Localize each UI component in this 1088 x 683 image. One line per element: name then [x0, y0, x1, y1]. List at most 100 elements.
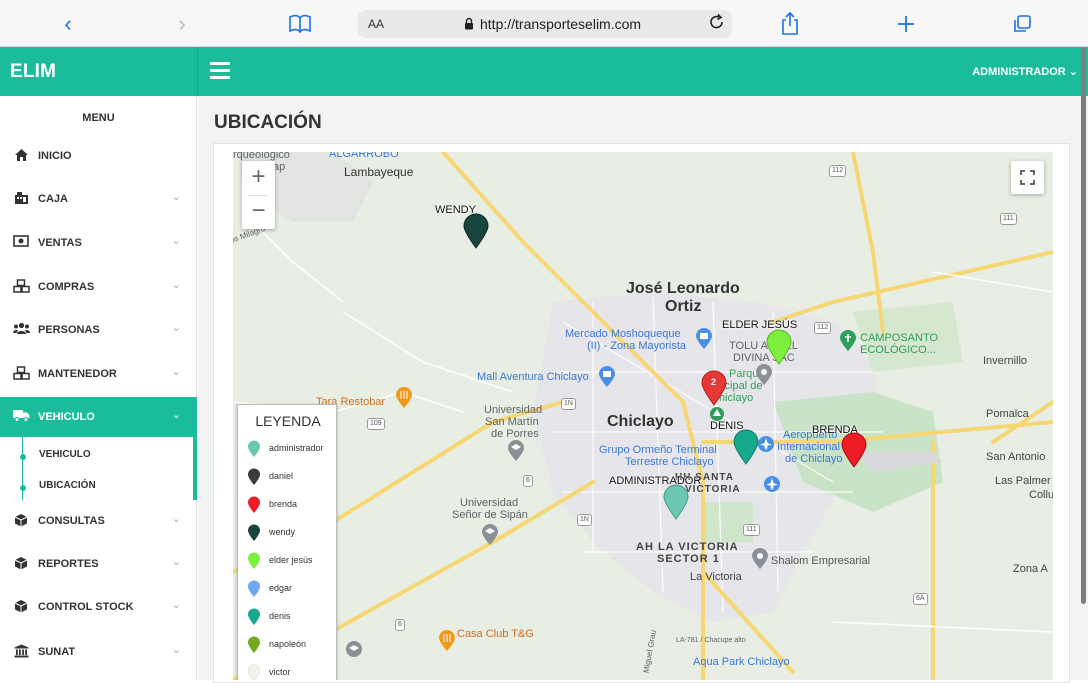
- location-poi-icon[interactable]: [751, 548, 769, 570]
- legend-item: napoleón: [247, 636, 337, 654]
- map[interactable]: rqueologico ap ALGARROBO Lambayeque os M…: [233, 152, 1053, 680]
- road-badge: 1N: [577, 514, 592, 526]
- chevron-down-icon: ⌄: [171, 366, 181, 378]
- restaurant-poi-icon[interactable]: [438, 630, 456, 652]
- cube-icon: [13, 513, 29, 529]
- map-place-label: Mall Aventura Chiclayo: [477, 371, 589, 383]
- map-place-label: José Leonardo: [626, 280, 740, 297]
- map-place-label: Grupo Ormeño Terminal: [599, 444, 717, 456]
- fullscreen-icon: [1020, 170, 1035, 185]
- legend-item: elder jesús: [247, 552, 337, 570]
- map-place-label: AH LA VICTORIA: [636, 541, 739, 553]
- address-bar[interactable]: AA http://transporteselim.com: [358, 10, 732, 38]
- sidebar-item-sunat[interactable]: SUNAT ⌄: [0, 632, 197, 672]
- url-text: http://transporteselim.com: [480, 16, 642, 32]
- zoom-in-button[interactable]: +: [242, 161, 275, 195]
- marker-icon: [247, 664, 261, 680]
- road-badge: 6A: [913, 593, 928, 605]
- sidebar-item-ventas[interactable]: VENTAS ⌄: [0, 223, 197, 263]
- vehicle-marker-wendy[interactable]: [463, 213, 489, 249]
- chevron-down-icon: ⌄: [171, 191, 181, 203]
- map-place-label: ALGARROBO: [329, 152, 399, 160]
- back-icon[interactable]: ‹: [54, 10, 82, 38]
- university-poi-icon[interactable]: [481, 524, 499, 546]
- submenu-item-vehiculo[interactable]: VEHICULO: [39, 449, 91, 460]
- hamburger-menu-icon[interactable]: [210, 62, 230, 80]
- browser-toolbar: ‹ › AA http://transporteselim.com: [0, 0, 1088, 47]
- sidebar-item-inicio[interactable]: INICIO: [0, 136, 197, 176]
- map-place-label: rqueologico: [233, 152, 290, 161]
- airport-poi-icon[interactable]: [763, 475, 781, 493]
- vehicle-cluster-marker[interactable]: [701, 370, 727, 406]
- map-place-label: Ortiz: [665, 298, 702, 315]
- vehicle-marker-elder-jesus[interactable]: [766, 329, 792, 365]
- vehicle-marker-administrador[interactable]: [663, 484, 689, 520]
- text-size-button[interactable]: AA: [368, 17, 384, 31]
- university-poi-icon[interactable]: [345, 640, 363, 658]
- legend-item: brenda: [247, 496, 337, 514]
- marker-icon: [248, 496, 260, 513]
- map-place-label: Invernillo: [983, 355, 1028, 367]
- shopping-poi-icon[interactable]: [598, 366, 616, 388]
- chevron-down-icon: ⌄: [171, 279, 181, 291]
- map-place-label: Shalom Empresarial: [771, 555, 871, 567]
- app-brand[interactable]: ELIM TRANSPORTES: [0, 47, 197, 131]
- map-place-label: Collu: [1029, 489, 1053, 501]
- legend-item: victor: [247, 664, 337, 680]
- zoom-out-button[interactable]: −: [242, 195, 275, 229]
- road-badge: 6: [523, 475, 533, 487]
- map-place-label: Lambayeque: [344, 165, 414, 179]
- sidebar-item-personas[interactable]: PERSONAS ⌄: [0, 310, 197, 350]
- map-place-label: CAMPOSANTO: [860, 332, 939, 344]
- road-badge: 112: [829, 165, 847, 177]
- reload-icon[interactable]: [708, 13, 726, 33]
- legend-item: denis: [247, 608, 337, 626]
- cube-icon: [13, 599, 29, 615]
- university-poi-icon[interactable]: [507, 440, 525, 462]
- vehicle-marker-denis[interactable]: [733, 429, 759, 465]
- map-place-label: ECOLÓGICO...: [860, 344, 936, 356]
- user-menu[interactable]: ADMINISTRADOR ⌄: [972, 65, 1078, 78]
- chevron-down-icon: ⌄: [171, 599, 181, 611]
- location-poi-icon[interactable]: [755, 364, 773, 386]
- fullscreen-button[interactable]: [1011, 161, 1044, 194]
- new-tab-icon[interactable]: [892, 10, 920, 38]
- truck-icon: [13, 409, 30, 425]
- cemetery-poi-icon[interactable]: [839, 330, 857, 352]
- bookmarks-icon[interactable]: [286, 10, 314, 38]
- cash-register-icon: [13, 191, 29, 207]
- forward-icon[interactable]: ›: [168, 10, 196, 38]
- map-place-label: Internacional: [777, 441, 840, 453]
- users-icon: [13, 322, 30, 338]
- tabs-icon[interactable]: [1008, 10, 1036, 38]
- legend-title: LEYENDA: [255, 413, 321, 429]
- shopping-poi-icon[interactable]: [695, 328, 713, 350]
- map-place-label: San Martín: [485, 416, 539, 428]
- marker-icon: [248, 580, 260, 597]
- cube-icon: [13, 556, 29, 572]
- map-place-label: LA-781 / Chacupe alto: [676, 637, 746, 644]
- sidebar-item-vehiculo[interactable]: VEHICULO ⌄: [0, 397, 197, 437]
- legend-item: wendy: [247, 524, 337, 542]
- sidebar-item-reportes[interactable]: REPORTES ⌄: [0, 544, 197, 584]
- map-place-label: Zona A: [1013, 563, 1048, 575]
- submenu-item-ubicacion[interactable]: UBICACIÓN: [39, 480, 96, 491]
- chevron-down-icon: ⌄: [1068, 66, 1078, 78]
- vehicle-marker-brenda[interactable]: [841, 432, 867, 468]
- road-badge: 109: [367, 418, 385, 430]
- sidebar-item-consultas[interactable]: CONSULTAS ⌄: [0, 501, 197, 541]
- chevron-down-icon: ⌄: [171, 409, 181, 421]
- sidebar-item-mantenedor[interactable]: MANTENEDOR ⌄: [0, 354, 197, 394]
- boxes-icon: [13, 366, 30, 382]
- chevron-down-icon: ⌄: [171, 644, 181, 656]
- legend-item: daniel: [247, 468, 337, 486]
- map-place-label: La Victoria: [690, 571, 742, 583]
- sidebar-item-control-stock[interactable]: CONTROL STOCK ⌄: [0, 587, 197, 627]
- restaurant-poi-icon[interactable]: [395, 387, 413, 409]
- airport-poi-icon[interactable]: [757, 435, 775, 453]
- share-icon[interactable]: [776, 10, 804, 38]
- page-scrollbar[interactable]: [1081, 48, 1086, 604]
- sidebar-item-compras[interactable]: COMPRAS ⌄: [0, 267, 197, 307]
- marker-icon: [248, 608, 260, 625]
- sidebar-item-caja[interactable]: CAJA ⌄: [0, 179, 197, 219]
